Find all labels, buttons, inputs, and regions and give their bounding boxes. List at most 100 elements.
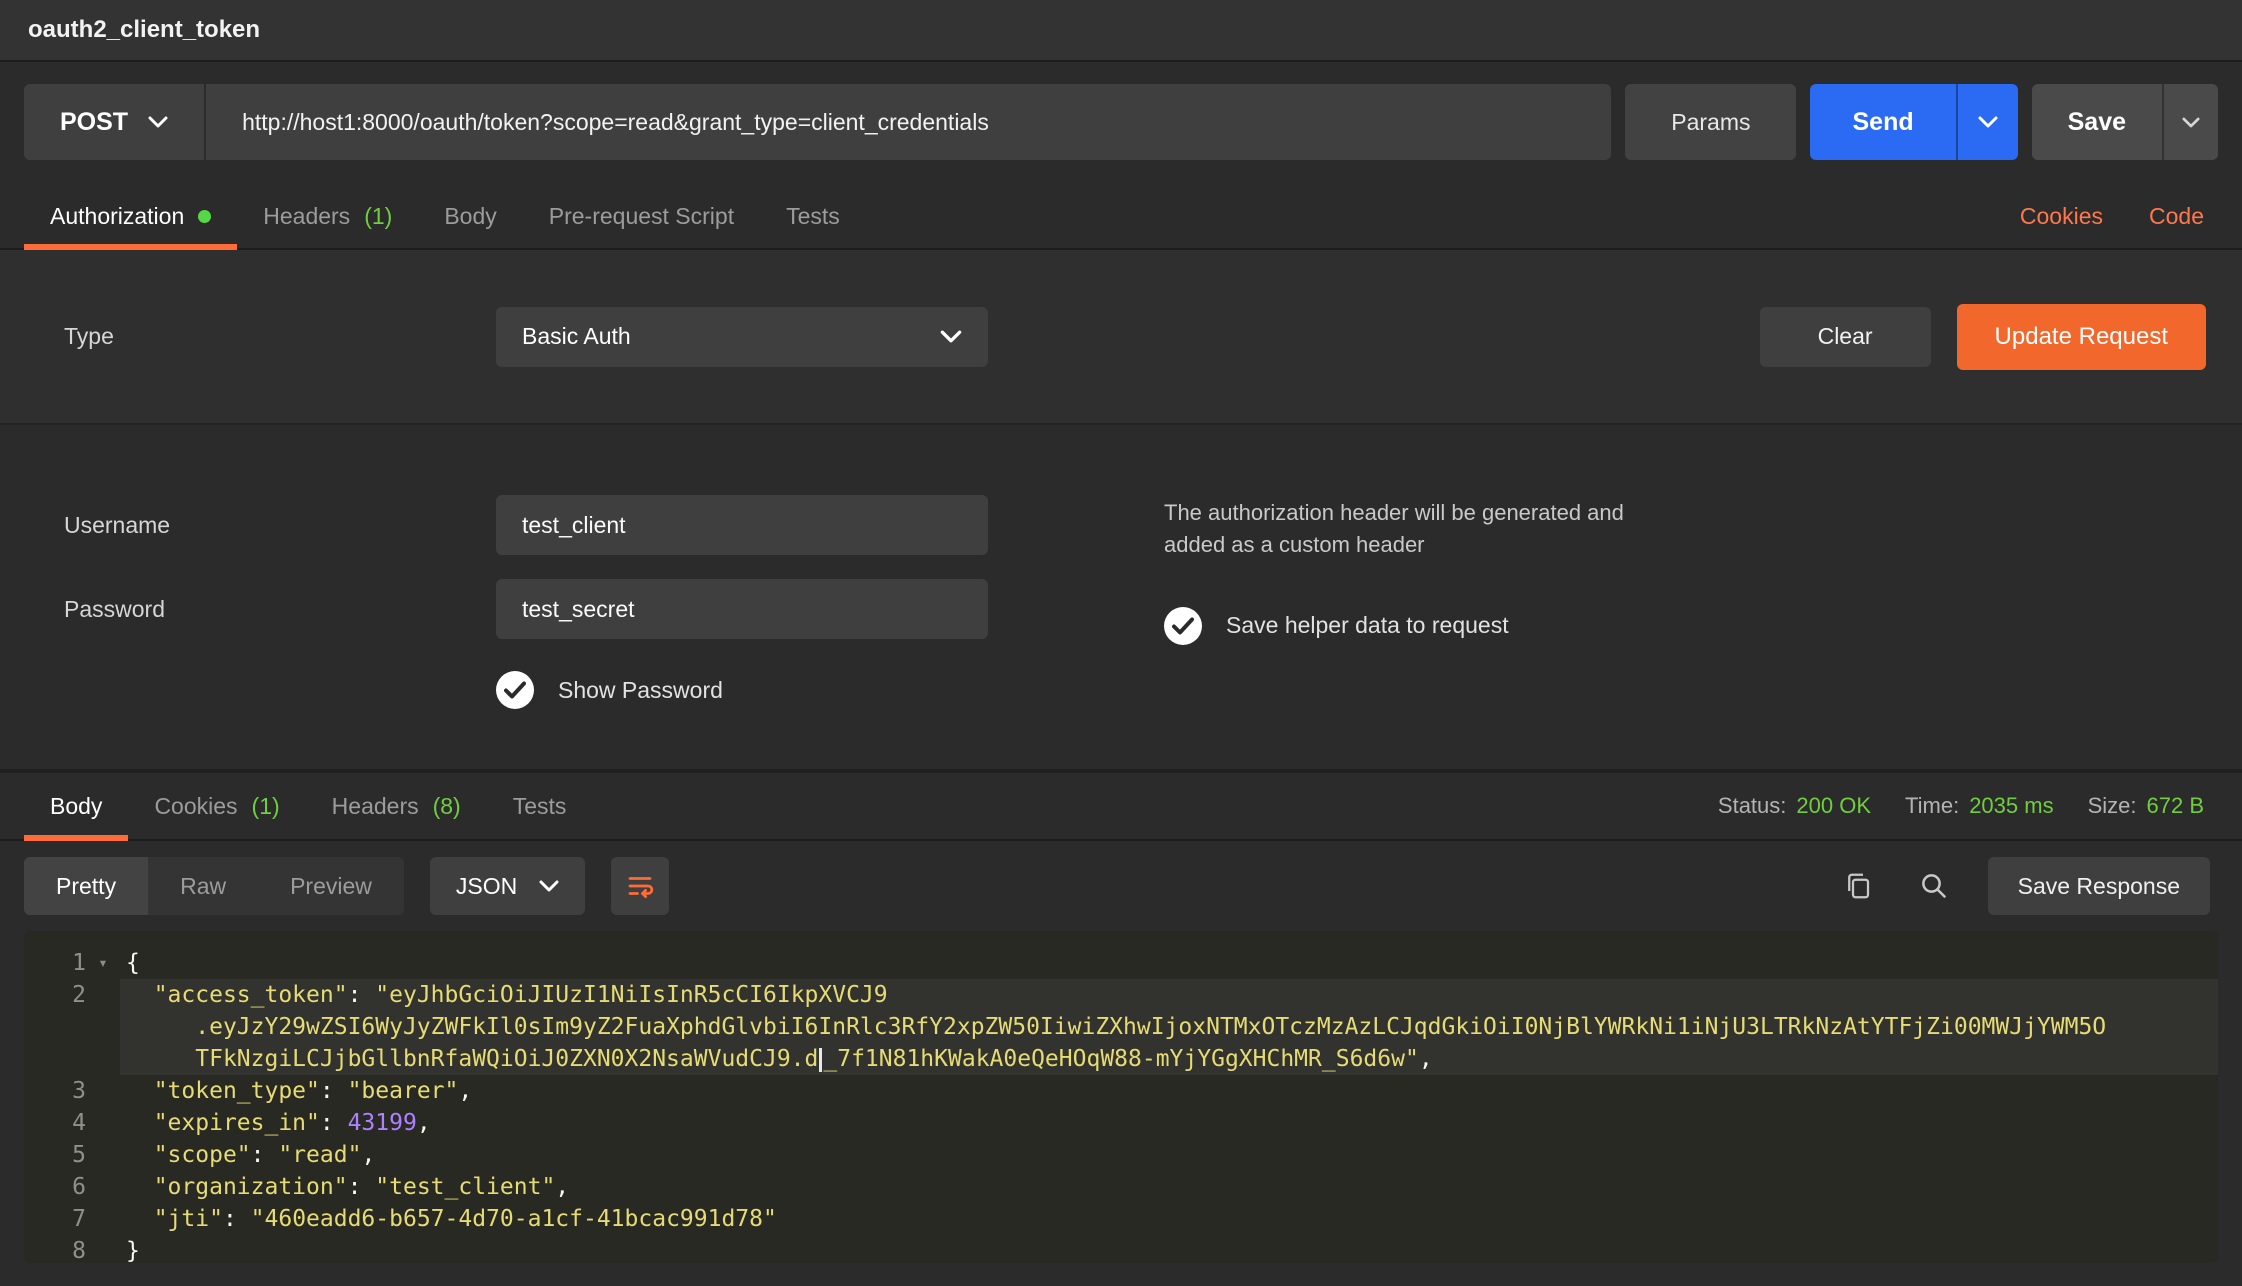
chevron-down-icon (940, 330, 962, 343)
size-label: Size: (2088, 793, 2137, 819)
request-title: oauth2_client_token (28, 16, 260, 44)
fold-spacer (86, 1075, 120, 1107)
auth-form-right: The authorization header will be generat… (1164, 495, 1804, 709)
code-line: 1▾{ (24, 947, 2218, 979)
show-password-checkbox[interactable]: Show Password (496, 671, 1164, 709)
copy-button[interactable] (1836, 864, 1880, 908)
format-value: JSON (456, 873, 517, 900)
tab-label: Headers (263, 203, 350, 230)
code-line: 4 "expires_in": 43199, (24, 1107, 2218, 1139)
response-tab-body[interactable]: Body (24, 773, 128, 839)
chevron-down-icon (539, 880, 559, 892)
send-button-group: Send (1810, 84, 2017, 160)
username-field[interactable] (496, 495, 988, 555)
request-tabs: Authorization Headers (1) Body Pre-reque… (0, 184, 2242, 250)
response-tab-cookies[interactable]: Cookies (1) (128, 773, 305, 839)
search-icon (1919, 871, 1949, 901)
tab-headers[interactable]: Headers (1) (237, 184, 418, 248)
save-label: Save (2068, 108, 2126, 137)
request-links: Cookies Code (2020, 184, 2218, 248)
code-line: 6 "organization": "test_client", (24, 1171, 2218, 1203)
view-preview-button[interactable]: Preview (258, 857, 404, 915)
tab-label: Pre-request Script (549, 203, 734, 230)
url-group: POST (24, 84, 1611, 160)
tab-label: Tests (786, 203, 840, 230)
tab-count: (8) (433, 793, 461, 820)
line-number: 4 (28, 1107, 86, 1139)
save-helper-label: Save helper data to request (1226, 612, 1509, 639)
update-request-button[interactable]: Update Request (1957, 304, 2206, 370)
params-label: Params (1671, 109, 1750, 136)
code-line-gutter: 5 (24, 1139, 120, 1171)
auth-form-left: Username Password Show Password (64, 495, 1164, 709)
code-line-text: "scope": "read", (120, 1139, 2218, 1171)
tab-label: Body (50, 793, 102, 820)
search-button[interactable] (1912, 864, 1956, 908)
send-options-button[interactable] (1956, 84, 2018, 160)
response-tab-headers[interactable]: Headers (8) (306, 773, 487, 839)
password-row: Password (64, 579, 1164, 639)
update-request-label: Update Request (1995, 323, 2168, 351)
tab-pre-request-script[interactable]: Pre-request Script (523, 184, 760, 248)
response-tab-tests[interactable]: Tests (487, 773, 593, 839)
code-line-gutter: 1▾ (24, 947, 120, 979)
status-value: 200 OK (1796, 793, 1871, 819)
save-button[interactable]: Save (2032, 84, 2162, 160)
fold-caret-icon[interactable]: ▾ (86, 947, 120, 979)
url-input[interactable] (206, 84, 1611, 160)
line-number: 5 (28, 1139, 86, 1171)
password-field[interactable] (496, 579, 988, 639)
code-line: 7 "jti": "460eadd6-b657-4d70-a1cf-41bcac… (24, 1203, 2218, 1235)
code-line-gutter: 7 (24, 1203, 120, 1235)
code-line-text: } (120, 1235, 2218, 1263)
auth-form: Username Password Show Password The auth… (0, 425, 2242, 769)
wrap-text-button[interactable] (611, 857, 669, 915)
username-label: Username (64, 512, 496, 539)
tab-tests[interactable]: Tests (760, 184, 866, 248)
tab-count: (1) (364, 203, 392, 230)
line-number: 8 (28, 1235, 86, 1263)
view-pretty-button[interactable]: Pretty (24, 857, 148, 915)
fold-spacer (86, 1235, 120, 1263)
text-cursor (819, 1048, 822, 1072)
line-number: 2 (28, 979, 86, 1011)
save-response-button[interactable]: Save Response (1988, 857, 2210, 915)
url-bar: POST Params Send Save (24, 84, 2218, 160)
status-label: Status: (1718, 793, 1786, 819)
tab-authorization[interactable]: Authorization (24, 184, 237, 248)
line-number: 1 (28, 947, 86, 979)
tab-label: Authorization (50, 203, 184, 230)
auth-type-value: Basic Auth (522, 323, 631, 350)
response-tabs: Body Cookies (1) Headers (8) Tests Statu… (0, 773, 2242, 841)
fold-spacer (86, 1203, 120, 1235)
tab-label: Body (444, 203, 496, 230)
params-button[interactable]: Params (1625, 84, 1796, 160)
fold-spacer (86, 1171, 120, 1203)
password-label: Password (64, 596, 496, 623)
code-link[interactable]: Code (2149, 203, 2204, 230)
view-label: Raw (180, 873, 226, 900)
view-mode-switcher: Pretty Raw Preview (24, 857, 404, 915)
format-select[interactable]: JSON (430, 857, 585, 915)
code-line-text: "jti": "460eadd6-b657-4d70-a1cf-41bcac99… (120, 1203, 2218, 1235)
send-button[interactable]: Send (1810, 84, 1955, 160)
view-label: Preview (290, 873, 372, 900)
code-line-gutter: 6 (24, 1171, 120, 1203)
save-options-button[interactable] (2162, 84, 2218, 160)
save-helper-checkbox[interactable]: Save helper data to request (1164, 607, 1804, 645)
view-raw-button[interactable]: Raw (148, 857, 258, 915)
auth-type-select[interactable]: Basic Auth (496, 307, 988, 367)
show-password-label: Show Password (558, 677, 723, 704)
tab-body[interactable]: Body (418, 184, 522, 248)
fold-spacer (86, 1139, 120, 1171)
cookies-link[interactable]: Cookies (2020, 203, 2103, 230)
method-select[interactable]: POST (24, 84, 206, 160)
response-toolbar: Pretty Raw Preview JSON Sa (0, 841, 2242, 927)
clear-button[interactable]: Clear (1760, 307, 1931, 367)
code-line-text: { (120, 947, 2218, 979)
line-number: 7 (28, 1203, 86, 1235)
username-row: Username (64, 495, 1164, 555)
fold-spacer (86, 1107, 120, 1139)
wrap-text-icon (625, 871, 655, 901)
save-response-label: Save Response (2018, 873, 2180, 900)
